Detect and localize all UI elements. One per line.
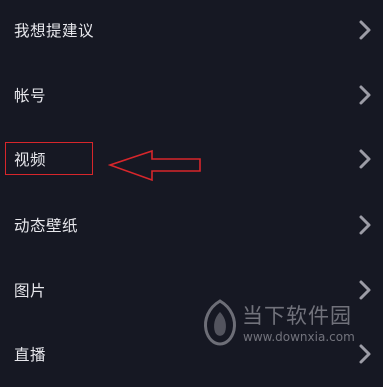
chevron-right-icon [356, 18, 374, 42]
settings-item-label: 我想提建议 [14, 22, 95, 40]
settings-item-label: 直播 [14, 346, 47, 364]
watermark-url: www.downxia.com [243, 330, 355, 344]
chevron-right-icon [356, 83, 374, 107]
chevron-right-icon [356, 147, 374, 171]
settings-item-live-wallpaper[interactable]: 动态壁纸 [0, 192, 383, 258]
chevron-right-icon [356, 213, 374, 237]
settings-item-label: 图片 [14, 282, 47, 300]
settings-item-suggestion[interactable]: 我想提建议 [0, 0, 383, 63]
left-arrow-icon [107, 149, 203, 185]
watermark-logo-icon [200, 298, 240, 346]
watermark-title: 当下软件园 [242, 304, 352, 328]
settings-item-label: 帐号 [14, 87, 47, 105]
highlight-box [5, 142, 93, 175]
watermark: 当下软件园 www.downxia.com [198, 292, 368, 354]
settings-item-account[interactable]: 帐号 [0, 62, 383, 128]
settings-item-label: 动态壁纸 [14, 217, 79, 235]
